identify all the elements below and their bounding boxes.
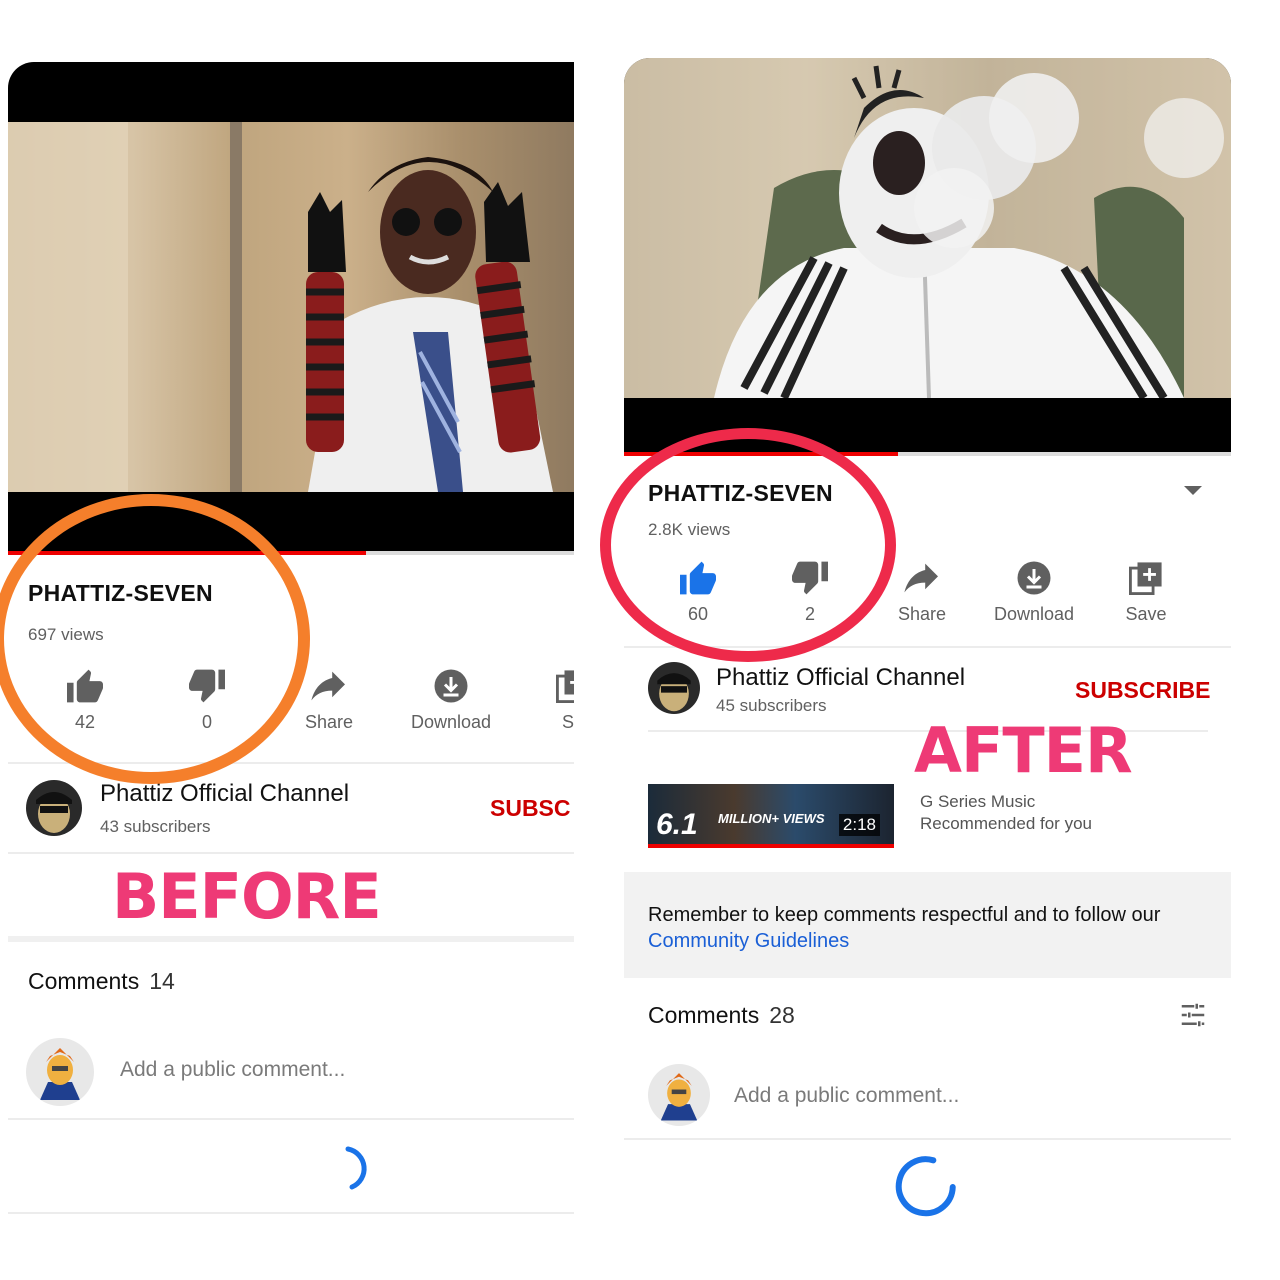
divider	[8, 1118, 574, 1120]
loading-spinner	[892, 1150, 962, 1225]
divider	[8, 936, 574, 942]
download-button[interactable]: Download	[390, 666, 512, 733]
user-avatar	[26, 1038, 94, 1106]
community-guidelines-link[interactable]: Community Guidelines	[648, 930, 849, 952]
thumbnail-badge-text: MILLION+ VIEWS	[718, 811, 825, 826]
video-frame	[8, 122, 574, 492]
download-icon	[390, 666, 512, 706]
thumbnail-badge-number: 6.1	[656, 808, 698, 841]
sort-filter-icon[interactable]	[1178, 1000, 1208, 1035]
save-button[interactable]: Save	[1090, 558, 1202, 625]
subscribe-button[interactable]: SUBSC	[490, 795, 571, 822]
comment-input[interactable]: Add a public comment...	[120, 1058, 345, 1082]
comment-input[interactable]: Add a public comment...	[734, 1084, 959, 1108]
download-label: Download	[993, 604, 1075, 624]
channel-name[interactable]: Phattiz Official Channel	[716, 664, 965, 692]
comments-label: Comments	[648, 1002, 760, 1028]
divider	[8, 1212, 574, 1214]
channel-avatar[interactable]	[648, 662, 700, 714]
subscribe-button[interactable]: SUBSCRIBE	[1075, 677, 1210, 704]
video-duration: 2:18	[838, 814, 880, 836]
user-avatar	[648, 1064, 710, 1126]
before-label: BEFORE	[112, 860, 382, 933]
share-label: Share	[897, 604, 947, 624]
video-figure	[8, 122, 553, 492]
divider	[624, 1138, 1231, 1140]
chevron-down-icon[interactable]	[1182, 484, 1204, 503]
recommended-label: Recommended for you	[920, 814, 1092, 833]
comments-header[interactable]: Comments 14	[28, 968, 175, 995]
video-player[interactable]	[624, 58, 1231, 455]
after-label: AFTER	[914, 714, 1133, 787]
divider	[8, 852, 574, 854]
loading-spinner	[318, 1144, 368, 1199]
channel-avatar[interactable]	[26, 780, 82, 836]
save-icon	[1090, 558, 1202, 598]
save-label: Sa	[561, 712, 574, 732]
save-label: Save	[1125, 604, 1167, 624]
download-icon	[978, 558, 1090, 598]
before-highlight-circle	[0, 494, 310, 784]
comment-guidelines-notice: Remember to keep comments respectful and…	[624, 872, 1231, 978]
video-frame	[624, 58, 1231, 401]
comments-count: 14	[149, 968, 175, 994]
channel-name[interactable]: Phattiz Official Channel	[100, 780, 349, 808]
after-highlight-circle	[600, 428, 896, 662]
save-icon	[512, 666, 574, 706]
subscriber-count: 43 subscribers	[100, 817, 211, 836]
comments-count: 28	[769, 1002, 795, 1028]
download-button[interactable]: Download	[978, 558, 1090, 625]
video-figure	[624, 58, 1231, 401]
recommended-channel[interactable]: G Series Music	[920, 792, 1035, 812]
subscriber-count: 45 subscribers	[716, 696, 827, 715]
notice-text: Remember to keep comments respectful and…	[648, 904, 1161, 926]
comments-label: Comments	[28, 968, 140, 994]
download-label: Download	[410, 712, 492, 732]
recommended-thumbnail[interactable]: 6.1 MILLION+ VIEWS 2:18	[648, 784, 894, 848]
video-player[interactable]	[8, 62, 574, 554]
save-button[interactable]: Sa	[512, 666, 574, 733]
comments-header[interactable]: Comments 28	[648, 1002, 795, 1029]
